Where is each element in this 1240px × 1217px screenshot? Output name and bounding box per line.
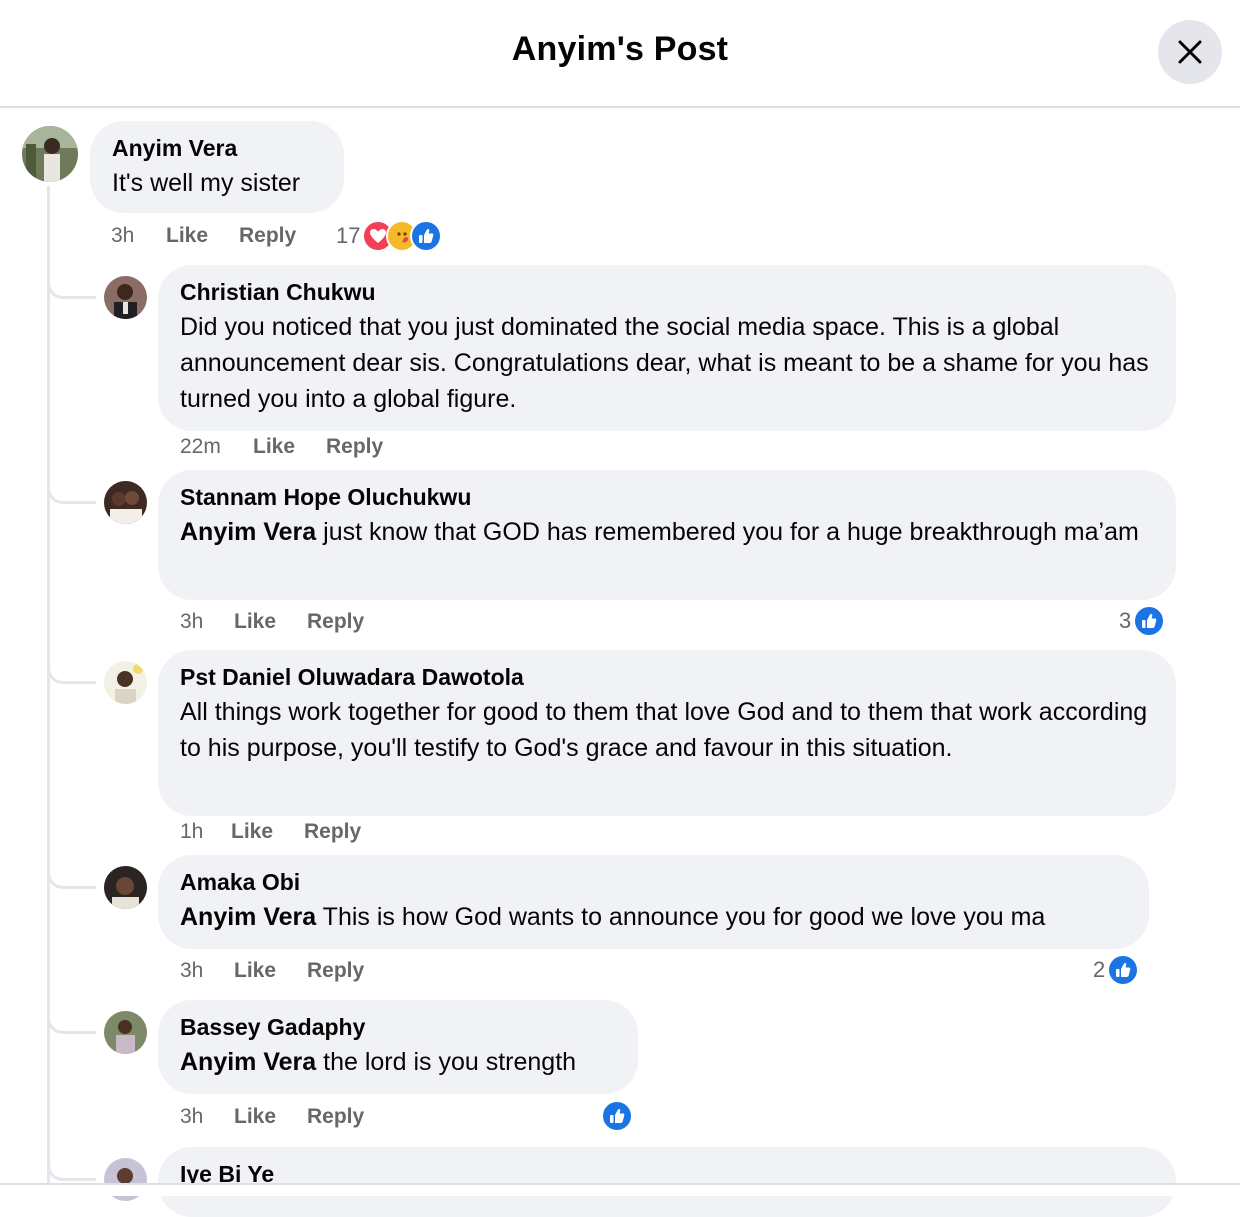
like-icon	[1107, 954, 1140, 986]
comment-bubble: Bassey Gadaphy Anyim Vera the lord is yo…	[158, 1000, 638, 1094]
post-header: Anyim's Post	[0, 0, 1240, 108]
comment-actions: 3h Like Reply	[180, 610, 480, 636]
comment-author[interactable]: Bassey Gadaphy	[180, 1012, 616, 1042]
reaction-summary[interactable]	[601, 1100, 633, 1132]
comment-text: Anyim Vera the lord is you strength	[180, 1044, 616, 1080]
mention-link[interactable]: Anyim Vera	[180, 903, 316, 931]
thread-branch	[47, 274, 96, 299]
comment-body: just know that GOD has remembered you fo…	[316, 518, 1139, 546]
like-button[interactable]: Like	[231, 820, 273, 844]
like-button[interactable]: Like	[253, 435, 295, 459]
comment-text: Anyim Vera just know that GOD has rememb…	[180, 514, 1154, 550]
comment-bubble: Stannam Hope Oluchukwu Anyim Vera just k…	[158, 470, 1176, 600]
reaction-summary[interactable]: 3	[1119, 605, 1166, 637]
thread-branch	[47, 479, 96, 504]
comment-body: the lord is you strength	[316, 1048, 577, 1076]
page-title: Anyim's Post	[511, 30, 729, 68]
reaction-count: 3	[1119, 608, 1132, 633]
reply-button[interactable]: Reply	[304, 820, 361, 844]
bottom-edge	[0, 1183, 1240, 1196]
thread-branch	[47, 864, 96, 889]
comment-time[interactable]: 1h	[180, 820, 203, 844]
comment-time[interactable]: 3h	[180, 959, 203, 983]
reply-button[interactable]: Reply	[307, 610, 364, 634]
thread-line	[47, 186, 50, 1196]
avatar[interactable]	[104, 866, 147, 909]
reaction-summary[interactable]: 2	[1093, 954, 1140, 986]
comment-author[interactable]: Christian Chukwu	[180, 277, 1154, 307]
comment-text: Did you noticed that you just dominated …	[180, 313, 1149, 413]
comment-author[interactable]: Anyim Vera	[112, 133, 322, 163]
comment-text: It's well my sister	[112, 169, 301, 197]
like-icon	[601, 1100, 633, 1132]
comment-author[interactable]: Pst Daniel Oluwadara Dawotola	[180, 662, 1154, 692]
comment-body: This is how God wants to announce you fo…	[316, 903, 1046, 931]
like-icon	[1133, 605, 1166, 637]
like-icon	[410, 220, 443, 252]
reply-button[interactable]: Reply	[326, 435, 383, 459]
comment-author[interactable]: Amaka Obi	[180, 867, 1127, 897]
comment-author[interactable]: Stannam Hope Oluchukwu	[180, 482, 1154, 512]
like-button[interactable]: Like	[234, 1105, 276, 1129]
comment-actions: 22m Like Reply	[180, 435, 480, 461]
comment-actions: 1h Like Reply	[180, 820, 480, 846]
thread-branch	[47, 659, 96, 684]
reaction-count: 17	[336, 223, 361, 248]
close-icon	[1178, 40, 1202, 64]
thread-branch	[47, 1009, 96, 1034]
avatar[interactable]	[104, 481, 147, 524]
comment-time[interactable]: 3h	[180, 1105, 203, 1129]
avatar[interactable]	[104, 1011, 147, 1054]
avatar[interactable]	[104, 661, 147, 704]
avatar[interactable]	[104, 276, 147, 319]
comment-time[interactable]: 3h	[111, 224, 134, 248]
comment-actions: 3h Like Reply	[180, 1105, 480, 1131]
reply-button[interactable]: Reply	[239, 224, 296, 248]
comment-actions: 3h Like Reply	[180, 959, 480, 985]
like-button[interactable]: Like	[166, 224, 208, 248]
reaction-summary[interactable]: 17	[336, 220, 443, 252]
like-button[interactable]: Like	[234, 610, 276, 634]
comment-bubble: Amaka Obi Anyim Vera This is how God wan…	[158, 855, 1149, 949]
reply-button[interactable]: Reply	[307, 1105, 364, 1129]
mention-link[interactable]: Anyim Vera	[180, 518, 316, 546]
reply-button[interactable]: Reply	[307, 959, 364, 983]
comment-time[interactable]: 3h	[180, 610, 203, 634]
mention-link[interactable]: Anyim Vera	[180, 1048, 316, 1076]
comment-bubble: Iye Bi Ye	[158, 1147, 1176, 1217]
like-button[interactable]: Like	[234, 959, 276, 983]
comment-time[interactable]: 22m	[180, 435, 221, 459]
close-button[interactable]	[1158, 20, 1222, 84]
comment-text: All things work together for good to the…	[180, 698, 1148, 762]
reaction-count: 2	[1093, 957, 1106, 982]
avatar[interactable]	[22, 126, 78, 182]
comment-bubble: Pst Daniel Oluwadara Dawotola All things…	[158, 650, 1176, 816]
comment-text: Anyim Vera This is how God wants to anno…	[180, 899, 1127, 935]
thread-branch	[47, 1156, 96, 1181]
comment-actions: 3h Like Reply	[111, 224, 351, 250]
comment-bubble: Christian Chukwu Did you noticed that yo…	[158, 265, 1176, 431]
comment-bubble: Anyim Vera It's well my sister	[90, 121, 344, 213]
